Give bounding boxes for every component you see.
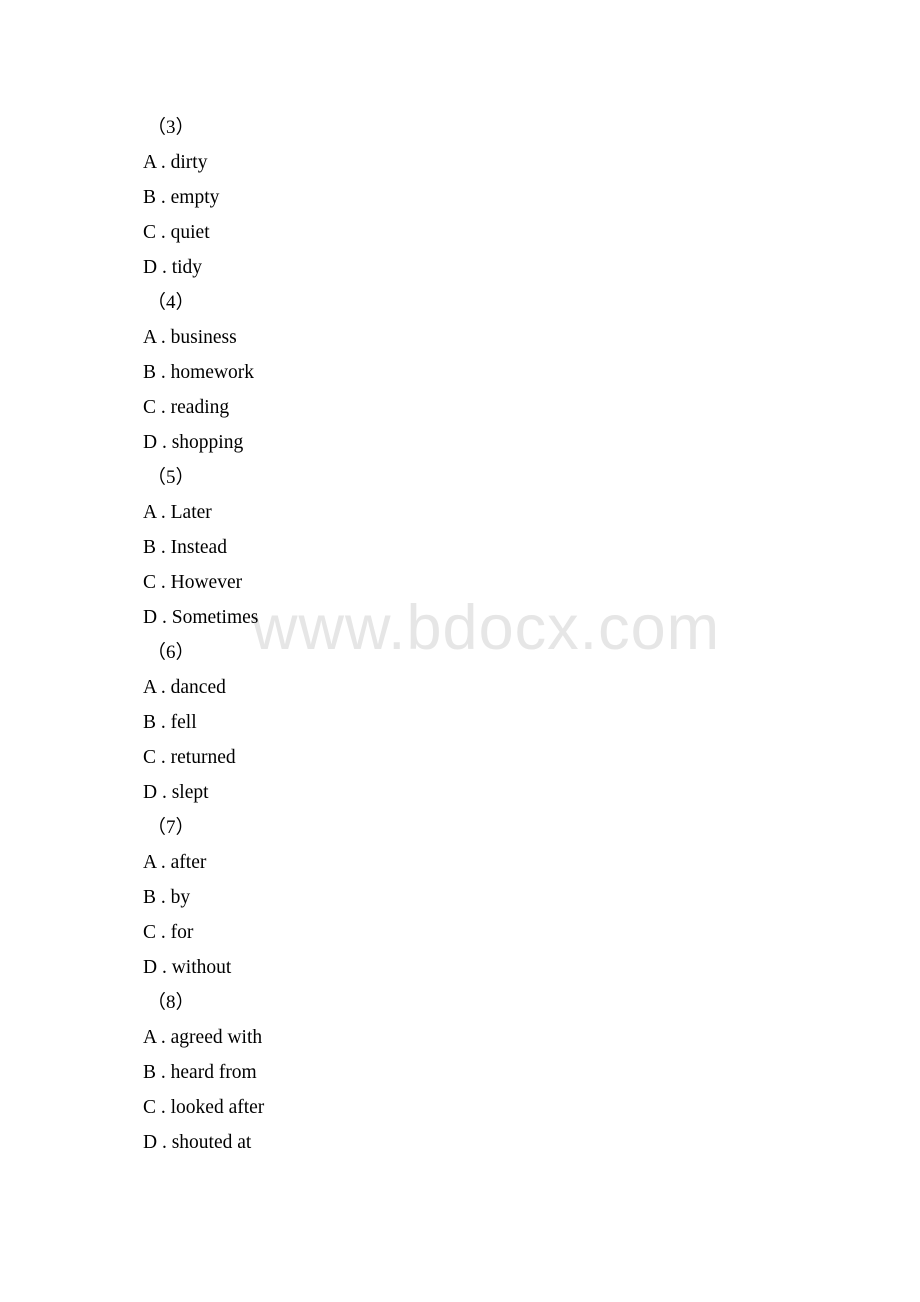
option-text: shopping bbox=[171, 432, 244, 453]
question-number: （4） bbox=[147, 292, 195, 313]
option-letter: B . bbox=[143, 1062, 171, 1083]
option-row[interactable]: C . However bbox=[0, 565, 920, 600]
option-text: Sometimes bbox=[171, 607, 259, 628]
question-block: （8） A . agreed with B . heard from C . l… bbox=[0, 985, 920, 1160]
option-row[interactable]: D . shouted at bbox=[0, 1125, 920, 1160]
option-row[interactable]: D . Sometimes bbox=[0, 600, 920, 635]
option-text: by bbox=[170, 887, 191, 908]
option-letter: C . bbox=[143, 1097, 171, 1118]
option-text: danced bbox=[170, 677, 226, 698]
option-letter: A . bbox=[143, 502, 171, 523]
question-block: （3） A . dirty B . empty C . quiet D . ti… bbox=[0, 110, 920, 285]
option-letter: D . bbox=[143, 782, 172, 803]
option-text: dirty bbox=[170, 152, 208, 173]
option-letter: D . bbox=[143, 957, 172, 978]
option-row[interactable]: C . reading bbox=[0, 390, 920, 425]
option-text: returned bbox=[170, 747, 236, 768]
option-row[interactable]: D . tidy bbox=[0, 250, 920, 285]
option-letter: C . bbox=[143, 222, 171, 243]
question-block: （5） A . Later B . Instead C . However D … bbox=[0, 460, 920, 635]
option-text: Instead bbox=[170, 537, 227, 558]
option-row[interactable]: A . after bbox=[0, 845, 920, 880]
option-row[interactable]: A . agreed with bbox=[0, 1020, 920, 1055]
option-text: for bbox=[170, 922, 194, 943]
option-letter: A . bbox=[143, 677, 171, 698]
option-letter: B . bbox=[143, 362, 171, 383]
option-row[interactable]: A . danced bbox=[0, 670, 920, 705]
option-row[interactable]: D . without bbox=[0, 950, 920, 985]
option-letter: C . bbox=[143, 922, 171, 943]
option-letter: D . bbox=[143, 1132, 172, 1153]
question-block: （7） A . after B . by C . for D . without bbox=[0, 810, 920, 985]
option-text: fell bbox=[170, 712, 197, 733]
question-number: （8） bbox=[147, 992, 195, 1013]
option-text: empty bbox=[170, 187, 220, 208]
option-row[interactable]: A . Later bbox=[0, 495, 920, 530]
question-block: （4） A . business B . homework C . readin… bbox=[0, 285, 920, 460]
option-text: slept bbox=[171, 782, 209, 803]
option-letter: A . bbox=[143, 327, 171, 348]
question-number: （3） bbox=[147, 117, 195, 138]
option-text: business bbox=[170, 327, 237, 348]
question-block: （6） A . danced B . fell C . returned D .… bbox=[0, 635, 920, 810]
question-number: （6） bbox=[147, 642, 195, 663]
option-letter: A . bbox=[143, 152, 171, 173]
option-row[interactable]: C . for bbox=[0, 915, 920, 950]
option-row[interactable]: B . by bbox=[0, 880, 920, 915]
option-row[interactable]: A . business bbox=[0, 320, 920, 355]
option-text: reading bbox=[170, 397, 230, 418]
option-letter: D . bbox=[143, 607, 172, 628]
option-text: homework bbox=[170, 362, 255, 383]
option-text: tidy bbox=[171, 257, 203, 278]
option-row[interactable]: B . fell bbox=[0, 705, 920, 740]
option-letter: A . bbox=[143, 1027, 171, 1048]
option-row[interactable]: B . homework bbox=[0, 355, 920, 390]
option-row[interactable]: C . looked after bbox=[0, 1090, 920, 1125]
option-text: heard from bbox=[170, 1062, 257, 1083]
option-text: Later bbox=[170, 502, 212, 523]
option-letter: D . bbox=[143, 257, 172, 278]
option-row[interactable]: B . Instead bbox=[0, 530, 920, 565]
option-letter: B . bbox=[143, 887, 171, 908]
question-number: （5） bbox=[147, 467, 195, 488]
option-row[interactable]: D . slept bbox=[0, 775, 920, 810]
option-letter: C . bbox=[143, 747, 171, 768]
option-text: after bbox=[170, 852, 207, 873]
option-text: However bbox=[170, 572, 243, 593]
option-letter: C . bbox=[143, 572, 171, 593]
option-row[interactable]: C . quiet bbox=[0, 215, 920, 250]
option-letter: C . bbox=[143, 397, 171, 418]
option-text: quiet bbox=[170, 222, 210, 243]
document-page: www.bdocx.com （3） A . dirty B . empty C … bbox=[0, 0, 920, 1302]
option-letter: D . bbox=[143, 432, 172, 453]
document-content: （3） A . dirty B . empty C . quiet D . ti… bbox=[0, 0, 920, 1160]
option-letter: B . bbox=[143, 537, 171, 558]
option-row[interactable]: C . returned bbox=[0, 740, 920, 775]
option-text: agreed with bbox=[170, 1027, 263, 1048]
option-text: looked after bbox=[170, 1097, 265, 1118]
option-text: without bbox=[171, 957, 232, 978]
option-letter: A . bbox=[143, 852, 171, 873]
option-row[interactable]: D . shopping bbox=[0, 425, 920, 460]
option-row[interactable]: B . heard from bbox=[0, 1055, 920, 1090]
option-letter: B . bbox=[143, 187, 171, 208]
question-list: （3） A . dirty B . empty C . quiet D . ti… bbox=[0, 0, 920, 1160]
option-row[interactable]: B . empty bbox=[0, 180, 920, 215]
question-number: （7） bbox=[147, 817, 195, 838]
option-row[interactable]: A . dirty bbox=[0, 145, 920, 180]
option-text: shouted at bbox=[171, 1132, 252, 1153]
option-letter: B . bbox=[143, 712, 171, 733]
